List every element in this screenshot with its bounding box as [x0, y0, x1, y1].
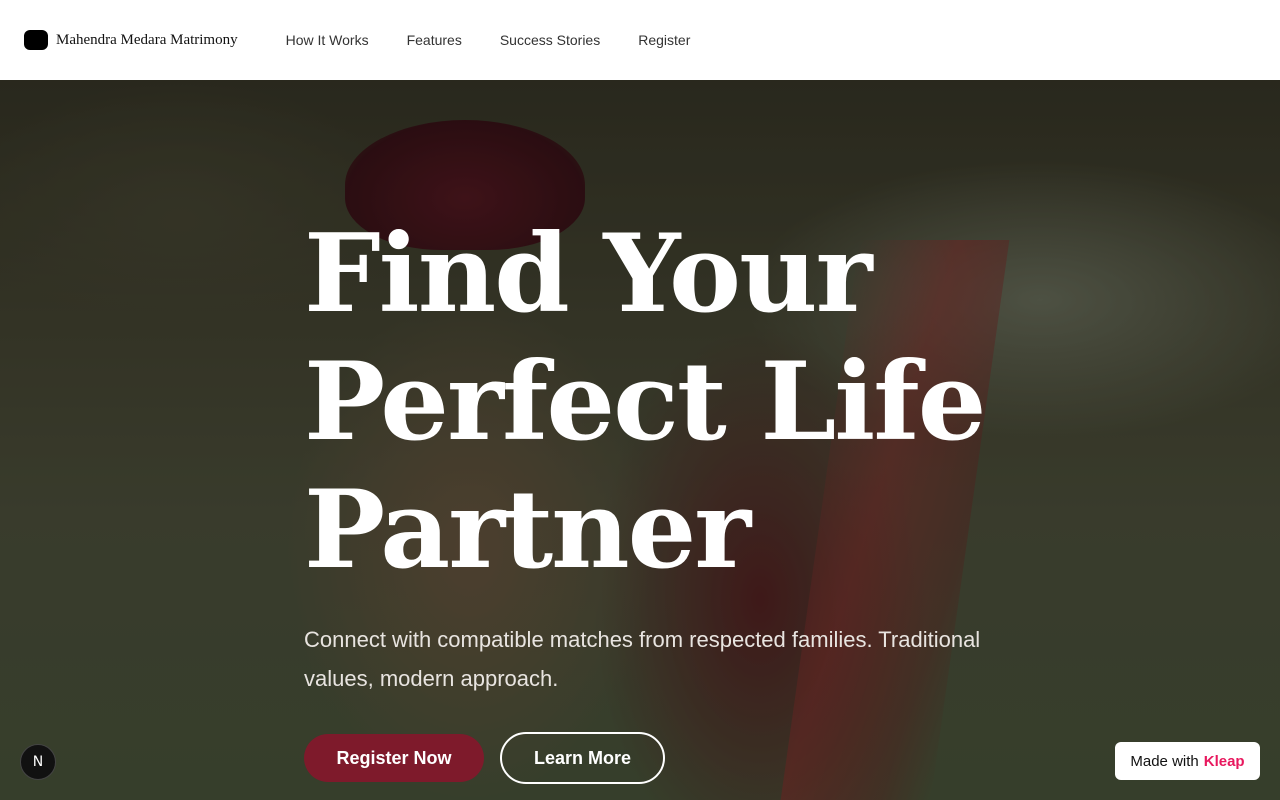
top-navbar: Mahendra Medara Matrimony How It Works F… — [0, 0, 1280, 80]
nav-link-features[interactable]: Features — [407, 32, 462, 48]
nav-link-how-it-works[interactable]: How It Works — [286, 32, 369, 48]
brand-link[interactable]: Mahendra Medara Matrimony — [24, 30, 238, 50]
hero-cta-row: Register Now Learn More — [304, 732, 1104, 784]
hero-subtitle: Connect with compatible matches from res… — [304, 627, 981, 691]
brand-logo-icon — [24, 30, 48, 50]
nextjs-dev-badge[interactable]: N — [20, 744, 56, 780]
hero-section: Find Your Perfect Life Partner Connect w… — [0, 80, 1280, 800]
main-nav: How It Works Features Success Stories Re… — [286, 32, 729, 48]
brand-name: Mahendra Medara Matrimony — [56, 31, 238, 48]
hero-title: Find Your Perfect Life Partner — [304, 211, 986, 593]
register-now-button[interactable]: Register Now — [304, 734, 484, 782]
nav-link-register[interactable]: Register — [638, 32, 690, 48]
made-with-label: Made with — [1130, 752, 1199, 770]
made-with-kleap-badge[interactable]: Made with Kleap — [1115, 742, 1260, 780]
learn-more-button[interactable]: Learn More — [500, 732, 665, 784]
nav-link-success-stories[interactable]: Success Stories — [500, 32, 600, 48]
hero-content: Find Your Perfect Life Partner Connect w… — [304, 210, 1104, 784]
kleap-brand-label: Kleap — [1203, 752, 1245, 770]
nextjs-logo-icon: N — [32, 754, 44, 770]
